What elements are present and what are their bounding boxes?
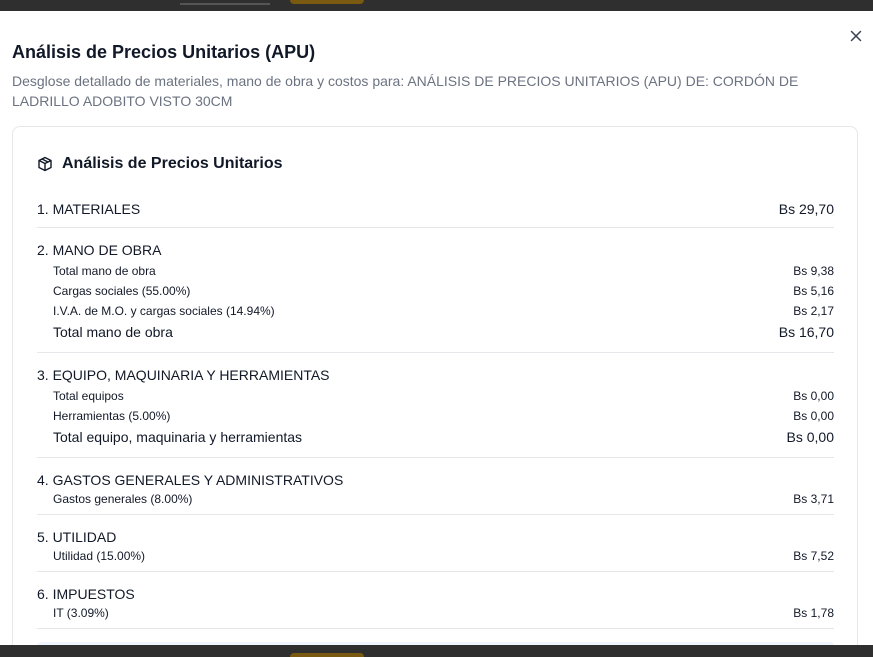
line-item-amount: Bs 2,17 xyxy=(793,304,834,318)
line-item: Gastos generales (8.00%) Bs 3,71 xyxy=(37,489,834,509)
card-title: Análisis de Precios Unitarios xyxy=(62,155,283,172)
line-item: Herramientas (5.00%) Bs 0,00 xyxy=(37,406,834,426)
line-item-amount: Bs 0,00 xyxy=(793,389,834,403)
background-page-strip-top xyxy=(0,0,873,11)
line-item-label: I.V.A. de M.O. y cargas sociales (14.94%… xyxy=(53,304,275,318)
section-total: Total equipo, maquinaria y herramientas … xyxy=(37,426,834,448)
background-button xyxy=(290,653,364,657)
line-item-label: IT (3.09%) xyxy=(53,606,109,620)
line-item-label: Cargas sociales (55.00%) xyxy=(53,284,191,298)
background-button xyxy=(290,0,364,4)
section-gastos-generales: 4. GASTOS GENERALES Y ADMINISTRATIVOS Ga… xyxy=(37,471,834,515)
line-item: Utilidad (15.00%) Bs 7,52 xyxy=(37,546,834,566)
line-item-label: Utilidad (15.00%) xyxy=(53,549,146,563)
section-total: Total mano de obra Bs 16,70 xyxy=(37,321,834,343)
package-icon xyxy=(38,156,52,172)
line-item-label: Gastos generales (8.00%) xyxy=(53,492,193,506)
section-label: 2. MANO DE OBRA xyxy=(37,242,162,258)
section-label: 1. MATERIALES xyxy=(37,201,141,217)
section-label: 4. GASTOS GENERALES Y ADMINISTRATIVOS xyxy=(37,472,344,488)
close-icon xyxy=(850,30,862,42)
section-mano-de-obra: 2. MANO DE OBRA Total mano de obra Bs 9,… xyxy=(37,241,834,353)
line-item: Total mano de obra Bs 9,38 xyxy=(37,261,834,281)
section-total-label: Total equipo, maquinaria y herramientas xyxy=(53,429,303,445)
section-total-amount: Bs 16,70 xyxy=(778,324,834,340)
section-materiales: 1. MATERIALES Bs 29,70 xyxy=(37,200,834,228)
background-decoration xyxy=(180,3,270,5)
apu-card: Análisis de Precios Unitarios 1. MATERIA… xyxy=(12,126,858,645)
line-item-amount: Bs 9,38 xyxy=(793,264,834,278)
background-page-strip-bottom xyxy=(0,645,873,657)
line-item-amount: Bs 5,16 xyxy=(793,284,834,298)
section-total-amount: Bs 0,00 xyxy=(786,429,834,445)
section-impuestos: 6. IMPUESTOS IT (3.09%) Bs 1,78 xyxy=(37,585,834,629)
line-item-label: Total equipos xyxy=(53,389,124,403)
line-item-amount: Bs 3,71 xyxy=(793,492,834,506)
line-item-label: Total mano de obra xyxy=(53,264,156,278)
card-header: Análisis de Precios Unitarios xyxy=(37,155,283,173)
apu-dialog: Análisis de Precios Unitarios (APU) Desg… xyxy=(0,11,873,645)
line-item-label: Herramientas (5.00%) xyxy=(53,409,171,423)
line-item: I.V.A. de M.O. y cargas sociales (14.94%… xyxy=(37,301,834,321)
section-label: 3. EQUIPO, MAQUINARIA Y HERRAMIENTAS xyxy=(37,367,330,383)
line-item-amount: Bs 0,00 xyxy=(793,409,834,423)
dialog-description: Desglose detallado de materiales, mano d… xyxy=(12,73,799,109)
dialog-header: Análisis de Precios Unitarios (APU) Desg… xyxy=(12,41,832,111)
line-item: IT (3.09%) Bs 1,78 xyxy=(37,603,834,623)
section-equipo: 3. EQUIPO, MAQUINARIA Y HERRAMIENTAS Tot… xyxy=(37,366,834,458)
close-button[interactable] xyxy=(847,27,865,45)
section-label: 6. IMPUESTOS xyxy=(37,586,135,602)
section-utilidad: 5. UTILIDAD Utilidad (15.00%) Bs 7,52 xyxy=(37,528,834,572)
line-item: Cargas sociales (55.00%) Bs 5,16 xyxy=(37,281,834,301)
section-amount: Bs 29,70 xyxy=(778,201,834,217)
line-item: Total equipos Bs 0,00 xyxy=(37,386,834,406)
dialog-title: Análisis de Precios Unitarios (APU) xyxy=(12,42,316,62)
line-item-amount: Bs 7,52 xyxy=(793,549,834,563)
line-item-amount: Bs 1,78 xyxy=(793,606,834,620)
section-total-label: Total mano de obra xyxy=(53,324,173,340)
section-label: 5. UTILIDAD xyxy=(37,529,117,545)
